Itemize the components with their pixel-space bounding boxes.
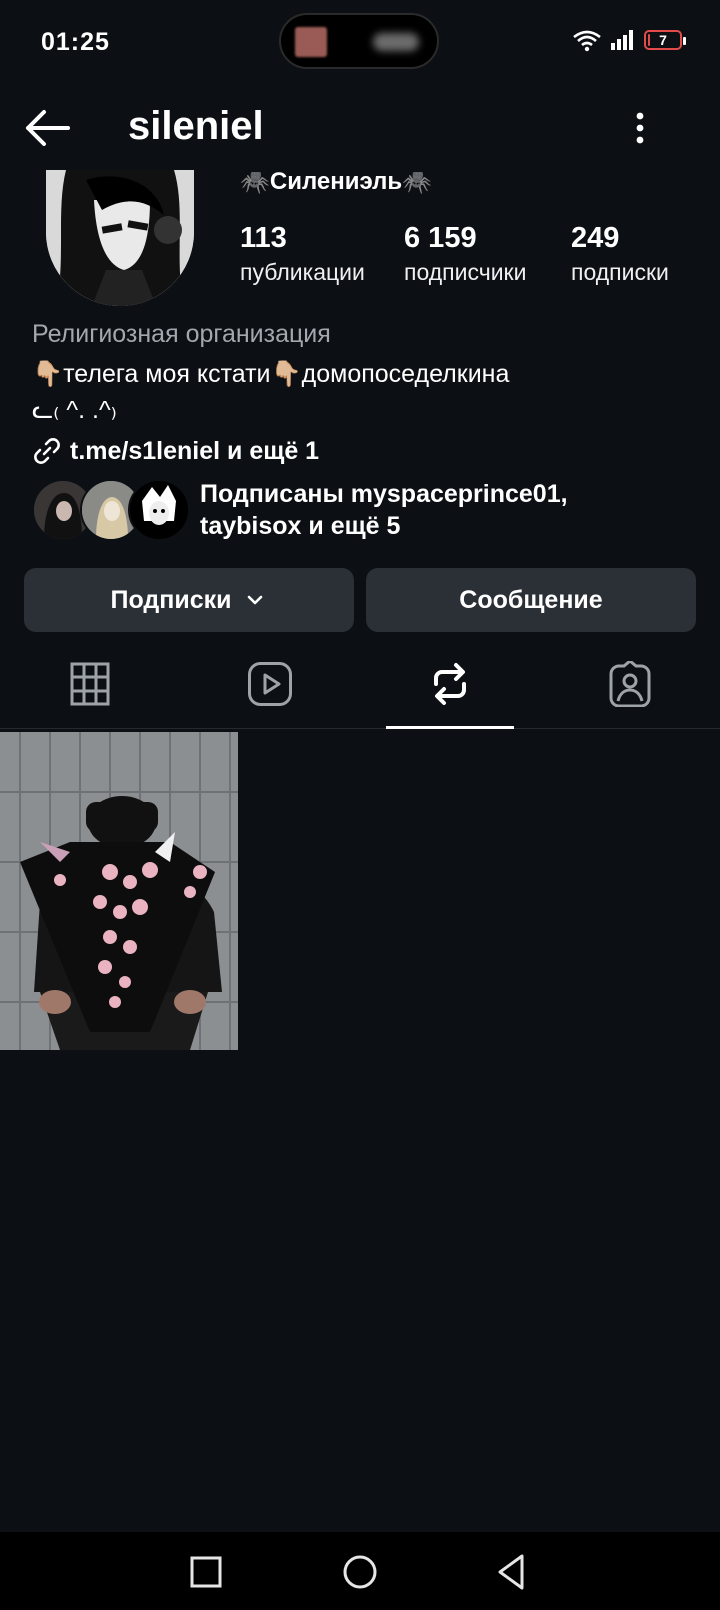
tab-reels[interactable] (180, 640, 360, 728)
wifi-icon (573, 30, 601, 52)
profile-display-name: 🕷️Силениэль🕷️ (240, 172, 433, 194)
stat-followers-label: подписчики (404, 259, 527, 285)
avatar-image (46, 170, 194, 306)
profile-tabs (0, 640, 720, 729)
reels-icon (248, 662, 292, 706)
battery-level: 7 (659, 32, 667, 48)
battery-icon: 7 (644, 30, 686, 50)
recents-button[interactable] (184, 1550, 228, 1594)
profile-link-text: t.me/s1leniel и ещё 1 (70, 436, 320, 465)
stat-following-label: подписки (571, 259, 669, 285)
profile-avatar[interactable] (46, 170, 194, 306)
following-button-label: Подписки (110, 585, 232, 614)
battery-fill (648, 34, 650, 46)
post-image (0, 732, 238, 1050)
system-nav-bar (0, 1532, 720, 1610)
media-indicator (373, 33, 419, 51)
status-time: 01:25 (41, 28, 110, 56)
stat-posts[interactable]: 113 публикации (240, 222, 365, 286)
stat-following-value: 249 (571, 222, 620, 254)
tab-reposts[interactable] (360, 640, 540, 728)
profile-link[interactable]: t.me/s1leniel и ещё 1 (32, 436, 319, 466)
grid-icon (70, 662, 110, 706)
back-button[interactable] (22, 106, 72, 150)
mutual-followers[interactable]: Подписаны myspaceprince01, taybisox и ещ… (32, 478, 640, 542)
tab-posts-grid[interactable] (0, 640, 180, 728)
stat-posts-value: 113 (240, 222, 287, 254)
tab-tagged[interactable] (540, 640, 720, 728)
back-arrow-icon (26, 110, 70, 146)
mutual-avatar (128, 479, 190, 541)
stat-posts-label: публикации (240, 259, 365, 285)
following-button[interactable]: Подписки (24, 568, 354, 632)
more-options-button[interactable] (622, 108, 658, 148)
profile-bio: 👇🏼телега моя кстати👇🏼домопоседелкина ᓚ₍ … (32, 356, 692, 428)
status-icons: 7 (572, 28, 686, 52)
stat-followers-value: 6 159 (404, 222, 477, 254)
profile-category: Религиозная организация (32, 320, 331, 348)
back-nav-button[interactable] (490, 1550, 534, 1594)
message-button-label: Сообщение (459, 585, 603, 614)
stat-following[interactable]: 249 подписки (571, 222, 669, 286)
bio-line-1: 👇🏼телега моя кстати👇🏼домопоседелкина (32, 360, 510, 388)
stat-followers[interactable]: 6 159 подписчики (404, 222, 526, 286)
chevron-down-icon (247, 595, 262, 605)
circle-icon (343, 1555, 377, 1589)
media-thumbnail (295, 27, 327, 57)
square-icon (190, 1556, 222, 1588)
profile-username: sileniel (128, 104, 264, 148)
signal-icon (611, 30, 633, 50)
grid-post[interactable] (0, 732, 238, 1050)
more-vertical-icon (636, 112, 644, 144)
tagged-icon (609, 661, 651, 707)
dynamic-island[interactable] (279, 13, 439, 69)
mutual-avatars (32, 479, 192, 541)
message-button[interactable]: Сообщение (366, 568, 696, 632)
active-tab-indicator (386, 726, 514, 729)
triangle-back-icon (498, 1554, 524, 1590)
status-bar: 01:25 7 (0, 0, 720, 86)
home-button[interactable] (338, 1550, 382, 1594)
top-bar: sileniel (0, 92, 720, 168)
bio-line-2: ᓚ₍ ^. .^₎ (32, 396, 117, 424)
mutual-followers-text: Подписаны myspaceprince01, taybisox и ещ… (200, 480, 568, 540)
link-icon (34, 438, 60, 464)
repost-icon (434, 663, 466, 705)
